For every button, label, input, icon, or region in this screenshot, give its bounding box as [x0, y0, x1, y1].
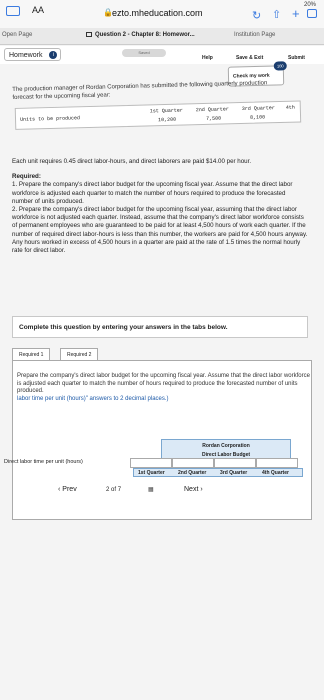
tab-required-1[interactable]: Required 1: [12, 348, 51, 360]
forecast-header: 4th: [285, 104, 295, 111]
submit-link[interactable]: Submit: [288, 55, 305, 61]
tab-question[interactable]: Question 2 - Chapter 8: Homewor...: [86, 32, 195, 38]
required-heading: Required:: [12, 173, 41, 181]
sidebar-icon[interactable]: [6, 6, 20, 16]
help-link[interactable]: Help: [202, 55, 213, 61]
homework-dropdown[interactable]: Homework i: [4, 48, 62, 61]
panel-instruction: Prepare the company's direct labor budge…: [17, 373, 313, 403]
forecast-header: 1st Quarter: [149, 107, 183, 115]
page-current: 2: [106, 487, 110, 493]
requirement-2: 2. Prepare the company's direct labor bu…: [12, 206, 308, 255]
forecast-table: Units to be produced 1st Quarter 2nd Qua…: [14, 100, 302, 130]
page-indicator: 2 of 7: [106, 487, 121, 493]
homework-label: Homework: [9, 52, 43, 59]
tabs-icon[interactable]: [307, 9, 317, 18]
page-of: of: [111, 487, 117, 493]
forecast-value: 10,200: [158, 116, 177, 124]
direct-labor-time-label: Direct labor time per unit (hours): [4, 459, 83, 465]
quarter-header: 2nd Quarter: [178, 470, 207, 476]
chevron-left-icon: ‹: [58, 486, 61, 493]
requirement-tabs: Required 1 Required 2: [12, 348, 308, 360]
next-label: Next: [184, 486, 199, 493]
page-total: 7: [117, 487, 122, 493]
forecast-row-label: Units to be produced: [19, 115, 81, 123]
quarter-header: 4th Quarter: [262, 470, 289, 476]
score-badge: 100: [273, 61, 287, 71]
tab-institution-page[interactable]: Institution Page: [234, 32, 275, 38]
q1-labor-time-input[interactable]: [130, 458, 172, 468]
prev-label: Prev: [62, 486, 77, 493]
tab-required-2[interactable]: Required 2: [60, 348, 99, 360]
complete-note: Complete this question by entering your …: [12, 316, 308, 338]
quarter-header: 1st Quarter: [138, 470, 165, 476]
q2-labor-time-input[interactable]: [172, 458, 214, 468]
problem-intro: The production manager of Rordan Corpora…: [12, 80, 268, 101]
forecast-value: 8,100: [249, 114, 266, 121]
quarter-header-row: 1st Quarter 2nd Quarter 3rd Quarter 4th …: [133, 468, 303, 477]
browser-tab-bar: Open Page Question 2 - Chapter 8: Homewo…: [0, 28, 324, 45]
question-pager: ‹ Prev 2 of 7 ▦ Next ›: [58, 484, 228, 500]
panel-instruction-text: Prepare the company's direct labor budge…: [17, 373, 310, 394]
q4-labor-time-input[interactable]: [256, 458, 298, 468]
share-icon[interactable]: ⇧: [272, 8, 281, 21]
forecast-value: 7,500: [206, 115, 222, 122]
direct-labor-time-row: Direct labor time per unit (hours): [4, 458, 304, 468]
company-name: Rordan Corporation: [202, 443, 250, 449]
save-exit-link[interactable]: Save & Exit: [236, 55, 263, 61]
status-bar: AA 🔒 ezto.mheducation.com 20% ↻ ⇧ +: [0, 0, 324, 28]
q3-labor-time-input[interactable]: [214, 458, 256, 468]
tab-open-page[interactable]: Open Page: [2, 32, 32, 38]
info-icon[interactable]: i: [49, 51, 58, 59]
next-button[interactable]: Next ›: [184, 486, 203, 493]
prev-button[interactable]: ‹ Prev: [58, 486, 77, 493]
new-tab-icon[interactable]: +: [292, 6, 300, 21]
quarter-header: 3rd Quarter: [220, 470, 248, 476]
forecast-header: 2nd Quarter: [195, 106, 229, 114]
chevron-right-icon: ›: [200, 486, 203, 493]
tab-page-icon: [86, 32, 92, 37]
reload-icon[interactable]: ↻: [252, 9, 261, 22]
battery-indicator: 20%: [303, 2, 316, 8]
requirements-text: Each unit requires 0.45 direct labor-hou…: [12, 158, 308, 262]
tab-question-label: Question 2 - Chapter 8: Homewor...: [95, 32, 195, 38]
rate-text: Each unit requires 0.45 direct labor-hou…: [12, 158, 252, 165]
requirement-1: 1. Prepare the company's direct labor bu…: [12, 181, 293, 205]
saved-status: Saved: [122, 49, 166, 57]
forecast-header: 3rd Quarter: [241, 105, 275, 112]
panel-instruction-blue: labor time per unit (hours)" answers to …: [17, 395, 169, 402]
reader-aa-button[interactable]: AA: [32, 5, 44, 15]
problem-statement: The production manager of Rordan Corpora…: [12, 72, 302, 130]
grid-icon[interactable]: ▦: [148, 486, 158, 496]
address-bar[interactable]: ezto.mheducation.com: [112, 8, 203, 18]
